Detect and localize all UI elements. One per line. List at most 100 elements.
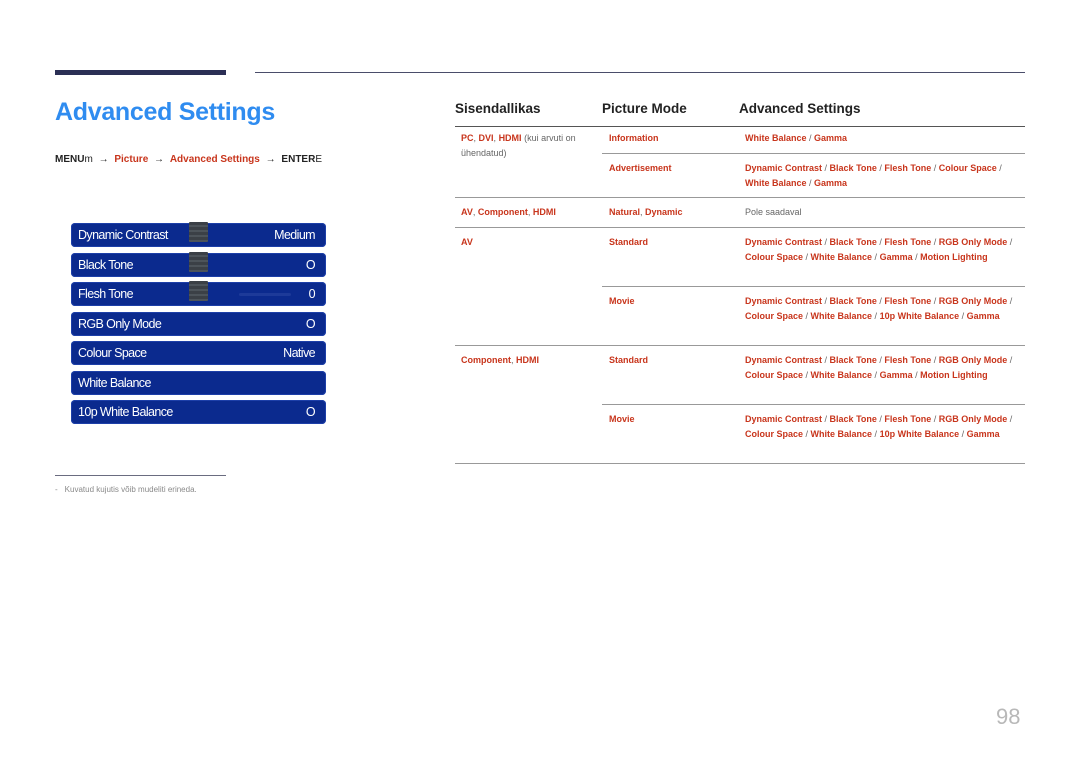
separator: /: [803, 310, 811, 321]
row-divider: [602, 153, 1025, 154]
picture-mode-name: Movie: [609, 414, 635, 424]
setting-name: Black Tone: [829, 163, 877, 173]
setting-name: RGB Only Mode: [938, 237, 1008, 247]
setting-name: Colour Space: [938, 163, 997, 173]
setting-name: Dynamic Contrast: [745, 163, 823, 173]
separator: /: [822, 237, 830, 247]
slider-track[interactable]: [239, 293, 291, 296]
picture-mode-name: Information: [609, 133, 659, 143]
setting-name: Flesh Tone: [884, 355, 932, 365]
setting-name: White Balance: [810, 369, 873, 380]
separator: /: [931, 296, 939, 306]
arrow-icon: →: [154, 154, 165, 165]
picture-mode-name: Standard: [609, 237, 649, 247]
footnote: - Kuvatud kujutis võib mudeliti erineda.: [55, 485, 197, 494]
setting-name: Black Tone: [829, 355, 877, 365]
source-cell: PC, DVI, HDMI (kui arvuti on ühendatud): [461, 131, 596, 160]
separator: /: [872, 251, 880, 262]
not-available-text: Pole saadaval: [745, 207, 802, 217]
enter-button-icon: E: [315, 154, 322, 165]
osd-item-value: O: [305, 257, 316, 272]
separator: /: [1007, 414, 1013, 424]
separator: /: [912, 369, 921, 380]
setting-name: Black Tone: [829, 296, 877, 306]
osd-item-label: Colour Space: [78, 346, 147, 360]
table-header: Sisendallikas Picture Mode Advanced Sett…: [455, 100, 1025, 127]
row-divider: [455, 197, 1025, 198]
settings-table: Sisendallikas Picture Mode Advanced Sett…: [455, 100, 1025, 464]
page-number: 98: [996, 704, 1021, 729]
setting-name: White Balance: [745, 177, 807, 188]
arrow-icon: →: [98, 154, 109, 165]
osd-item-value: O: [305, 405, 316, 419]
separator: /: [1007, 237, 1013, 247]
osd-item-label: 10p White Balance: [78, 405, 173, 419]
breadcrumb: MENUm → Picture → Advanced Settings → EN…: [55, 154, 322, 165]
column-header-picture-mode: Picture Mode: [602, 101, 687, 116]
setting-name: Motion Lighting: [920, 251, 988, 262]
setting-name: RGB Only Mode: [938, 355, 1008, 365]
separator: /: [872, 310, 880, 321]
picture-mode-cell: Natural, Dynamic: [609, 205, 734, 220]
setting-name: Gamma: [879, 251, 913, 262]
setting-name: Dynamic Contrast: [745, 296, 823, 306]
separator: /: [931, 414, 939, 424]
page-title: Advanced Settings: [55, 98, 275, 126]
setting-name: Component: [477, 207, 528, 217]
menu-key: MENU: [55, 154, 85, 165]
row-divider: [455, 345, 1025, 346]
setting-name: HDMI: [516, 355, 540, 365]
setting-name: AV: [461, 237, 473, 247]
separator: /: [822, 414, 830, 424]
osd-item-rgb-only-mode[interactable]: RGB Only Mode O: [71, 311, 326, 336]
slider-handle[interactable]: [189, 251, 208, 272]
slider-handle[interactable]: [189, 222, 208, 242]
separator: /: [872, 428, 880, 439]
advanced-settings-cell: Dynamic Contrast / Black Tone / Flesh To…: [745, 161, 1020, 190]
setting-name: PC: [461, 133, 474, 143]
setting-name: Gamma: [879, 369, 913, 380]
breadcrumb-picture: Picture: [114, 154, 149, 165]
setting-name: Flesh Tone: [884, 414, 932, 424]
osd-item-label: Black Tone: [78, 257, 134, 272]
osd-item-colour-space[interactable]: Colour Space Native: [71, 341, 326, 365]
row-divider: [602, 286, 1025, 287]
setting-name: RGB Only Mode: [938, 296, 1008, 306]
header-accent-bar: [55, 70, 226, 75]
advanced-settings-cell: White Balance / Gamma: [745, 131, 1020, 146]
separator: /: [931, 355, 939, 365]
row-divider: [455, 227, 1025, 228]
picture-mode-cell: Movie: [609, 412, 734, 427]
picture-mode-cell: Standard: [609, 353, 734, 368]
setting-name: White Balance: [810, 428, 873, 439]
osd-item-value: Medium: [274, 228, 315, 242]
setting-name: 10p White Balance: [879, 428, 960, 439]
setting-name: Component: [461, 355, 511, 365]
picture-mode-cell: Information: [609, 131, 734, 146]
osd-item-10p-white-balance[interactable]: 10p White Balance O: [71, 400, 326, 424]
osd-item-flesh-tone[interactable]: Flesh Tone 0: [71, 281, 326, 306]
setting-name: Dynamic Contrast: [745, 237, 823, 247]
source-cell: AV: [461, 235, 596, 250]
separator: /: [806, 133, 815, 143]
setting-name: Dynamic: [645, 207, 683, 217]
advanced-settings-cell: Dynamic Contrast / Black Tone / Flesh To…: [745, 235, 1020, 264]
separator: /: [803, 369, 811, 380]
separator: /: [822, 355, 830, 365]
footnote-dash: -: [55, 485, 58, 494]
setting-name: Colour Space: [745, 251, 804, 262]
picture-mode-cell: Movie: [609, 294, 734, 309]
column-header-advanced-settings: Advanced Settings: [739, 101, 861, 116]
separator: /: [1007, 296, 1013, 306]
setting-name: Gamma: [814, 133, 848, 143]
separator: /: [912, 251, 921, 262]
setting-name: Dynamic Contrast: [745, 414, 823, 424]
advanced-settings-cell: Dynamic Contrast / Black Tone / Flesh To…: [745, 294, 1020, 323]
slider-handle[interactable]: [189, 281, 208, 301]
osd-item-white-balance[interactable]: White Balance: [71, 370, 326, 395]
osd-item-dynamic-contrast[interactable]: Dynamic Contrast Medium: [71, 222, 326, 247]
osd-item-label: RGB Only Mode: [78, 316, 162, 331]
separator: /: [872, 369, 880, 380]
osd-item-black-tone[interactable]: Black Tone O: [71, 251, 326, 277]
osd-item-label: White Balance: [78, 375, 151, 390]
